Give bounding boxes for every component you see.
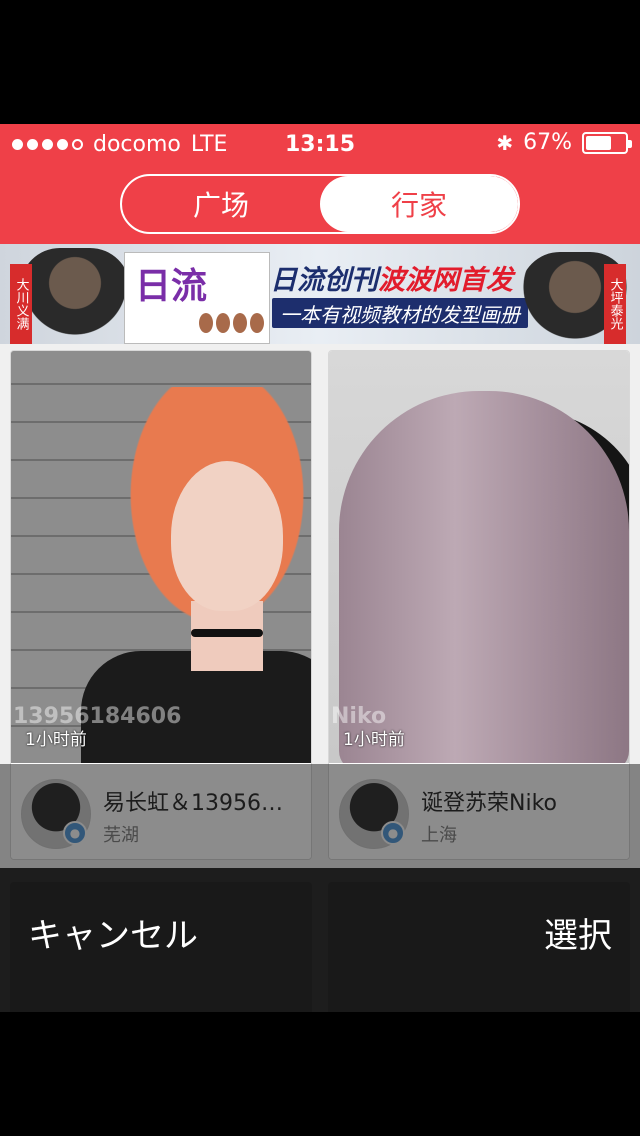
magazine-cover: 日流 xyxy=(124,252,270,344)
banner-tag-left: 大川义满 xyxy=(10,264,32,344)
banner-tag-right: 大坪泰光 xyxy=(604,264,626,344)
banner-headline-part2: 波波网首发 xyxy=(378,265,513,296)
tab-experts[interactable]: 行家 xyxy=(320,176,518,232)
magazine-title: 日流 xyxy=(135,265,208,307)
segmented-control: 广场 行家 xyxy=(120,174,520,234)
tab-plaza[interactable]: 广场 xyxy=(122,176,320,232)
image-picker-action-bar: キャンセル 選択 xyxy=(0,868,640,1012)
banner-headline-part1: 日流创刊 xyxy=(270,265,378,296)
battery-icon xyxy=(582,131,632,154)
promo-banner[interactable]: 大川义满 日流 日流创刊波波网首发 一本有视频教材的发型画册 大坪泰光 xyxy=(0,244,640,344)
bluetooth-icon: ✱ xyxy=(496,130,514,155)
post-photo[interactable]: 13956184606 1小时前 xyxy=(11,351,311,763)
banner-subline: 一本有视频教材的发型画册 xyxy=(272,298,528,328)
top-bar: docomo LTE 13:15 ✱ 67% 广场 行家 xyxy=(0,124,640,244)
post-time: 1小时前 xyxy=(343,730,405,750)
banner-headline: 日流创刊波波网首发 xyxy=(270,258,513,297)
post-photo[interactable]: Niko 1小时前 xyxy=(329,351,629,763)
cancel-button[interactable]: キャンセル xyxy=(28,908,198,957)
banner-person-left xyxy=(20,248,130,344)
app-screen: docomo LTE 13:15 ✱ 67% 广场 行家 大川义满 日流 日流创… xyxy=(0,124,640,1012)
status-bar: docomo LTE 13:15 ✱ 67% xyxy=(0,124,640,164)
status-right: ✱ 67% xyxy=(496,130,632,155)
post-time: 1小时前 xyxy=(25,730,87,750)
battery-percent: 67% xyxy=(523,130,572,155)
select-button[interactable]: 選択 xyxy=(544,908,612,957)
